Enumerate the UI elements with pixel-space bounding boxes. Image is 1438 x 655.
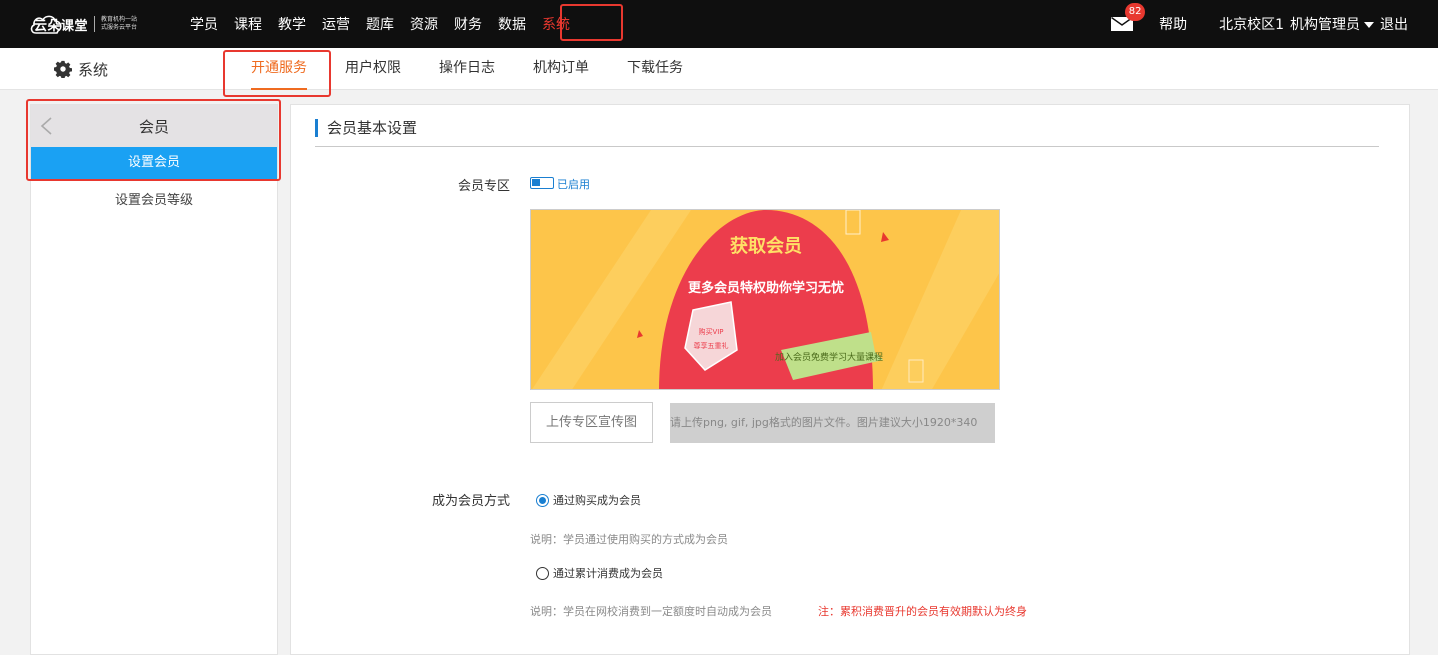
menu-item-teaching[interactable]: 教学 bbox=[278, 14, 306, 34]
highlight-box-open-services-tab bbox=[223, 50, 331, 97]
banner-ribbon: 加入会员免费学习大量课程 bbox=[775, 351, 883, 363]
main-menu: 学员 课程 教学 运营 题库 资源 财务 数据 系统 bbox=[190, 0, 586, 48]
option-cumulative[interactable]: 通过累计消费成为会员 bbox=[536, 565, 663, 581]
membership-method-label: 成为会员方式 bbox=[431, 494, 510, 509]
menu-item-question-bank[interactable]: 题库 bbox=[366, 14, 394, 34]
member-zone-toggle[interactable] bbox=[530, 177, 554, 189]
member-zone-label: 会员专区 bbox=[457, 179, 510, 194]
section-header: 系统 bbox=[54, 48, 108, 90]
option-purchase-label: 通过购买成为会员 bbox=[553, 494, 641, 507]
user-role-dropdown[interactable]: 机构管理员 bbox=[1290, 14, 1380, 34]
top-navbar: 云朵课堂 教育机构一站 式服务云平台 学员 课程 教学 运营 题库 资源 财务 … bbox=[0, 0, 1438, 48]
banner-title: 获取会员 bbox=[730, 235, 802, 257]
sidebar: 会员 设置会员 设置会员等级 bbox=[30, 104, 278, 655]
user-area: 82 帮助 北京校区1 机构管理员 退出 bbox=[1111, 0, 1408, 48]
menu-item-students[interactable]: 学员 bbox=[190, 14, 218, 34]
menu-item-courses[interactable]: 课程 bbox=[234, 14, 262, 34]
toggle-knob bbox=[532, 179, 540, 186]
tab-operation-logs[interactable]: 操作日志 bbox=[420, 48, 514, 90]
menu-item-finance[interactable]: 财务 bbox=[454, 14, 482, 34]
logout-link[interactable]: 退出 bbox=[1380, 14, 1408, 34]
member-zone-status: 已启用 bbox=[557, 178, 590, 191]
tab-institution-orders[interactable]: 机构订单 bbox=[514, 48, 608, 90]
radio-purchase[interactable] bbox=[536, 493, 549, 507]
main-content: 会员基本设置 会员专区 已启用 获取会员 更多会员特权助你学习无忧 购买VIP … bbox=[290, 104, 1410, 655]
gear-icon bbox=[54, 60, 72, 78]
upload-banner-button[interactable]: 上传专区宣传图 bbox=[530, 402, 653, 443]
section-heading: 会员基本设置 bbox=[315, 119, 417, 137]
banner-badge-line1: 购买VIP bbox=[698, 327, 723, 336]
help-link[interactable]: 帮助 bbox=[1159, 14, 1187, 34]
user-role: 机构管理员 bbox=[1290, 17, 1360, 33]
option-purchase[interactable]: 通过购买成为会员 bbox=[536, 492, 641, 508]
section-divider bbox=[315, 146, 1379, 147]
option-cumulative-label: 通过累计消费成为会员 bbox=[553, 567, 663, 580]
tab-download-tasks[interactable]: 下载任务 bbox=[608, 48, 702, 90]
logo-tagline-line1: 教育机构一站 bbox=[101, 16, 138, 23]
banner-badge-line2: 尊享五重礼 bbox=[694, 341, 729, 350]
brand-logo[interactable]: 云朵课堂 教育机构一站 式服务云平台 bbox=[30, 10, 145, 38]
menu-item-operations[interactable]: 运营 bbox=[322, 14, 350, 34]
logo-tagline-line2: 式服务云平台 bbox=[101, 24, 138, 31]
logo-tagline: 教育机构一站 式服务云平台 bbox=[94, 16, 137, 32]
upload-hint: 请上传png, gif, jpg格式的图片文件。图片建议大小1920*340 bbox=[670, 403, 995, 443]
section-title: 系统 bbox=[78, 60, 109, 79]
option-cumulative-note: 说明：学员在网校消费到一定额度时自动成为会员 bbox=[530, 605, 772, 618]
member-zone-banner: 获取会员 更多会员特权助你学习无忧 购买VIP 尊享五重礼 加入会员免费学习大量… bbox=[530, 209, 1000, 390]
messages-button[interactable]: 82 bbox=[1111, 3, 1146, 31]
highlight-box-sidebar bbox=[26, 99, 281, 181]
menu-item-resources[interactable]: 资源 bbox=[410, 14, 438, 34]
banner-subtitle: 更多会员特权助你学习无忧 bbox=[688, 280, 844, 296]
highlight-box-system-menu bbox=[560, 4, 623, 41]
tab-user-permissions[interactable]: 用户权限 bbox=[326, 48, 420, 90]
message-count-badge: 82 bbox=[1125, 3, 1146, 21]
campus-name: 北京校区1 bbox=[1219, 17, 1284, 33]
chevron-down-icon bbox=[1364, 22, 1374, 28]
sidebar-item-member-levels[interactable]: 设置会员等级 bbox=[31, 185, 277, 217]
cloud-logo-icon bbox=[30, 15, 62, 34]
menu-item-data[interactable]: 数据 bbox=[498, 14, 526, 34]
sub-navbar: 系统 开通服务 用户权限 操作日志 机构订单 下载任务 bbox=[0, 48, 1438, 90]
banner-image: 获取会员 更多会员特权助你学习无忧 购买VIP 尊享五重礼 加入会员免费学习大量… bbox=[531, 210, 999, 389]
option-cumulative-warning: 注：累积消费晋升的会员有效期默认为终身 bbox=[818, 605, 1027, 618]
radio-cumulative[interactable] bbox=[536, 566, 549, 580]
option-purchase-note: 说明：学员通过使用购买的方式成为会员 bbox=[530, 533, 728, 546]
